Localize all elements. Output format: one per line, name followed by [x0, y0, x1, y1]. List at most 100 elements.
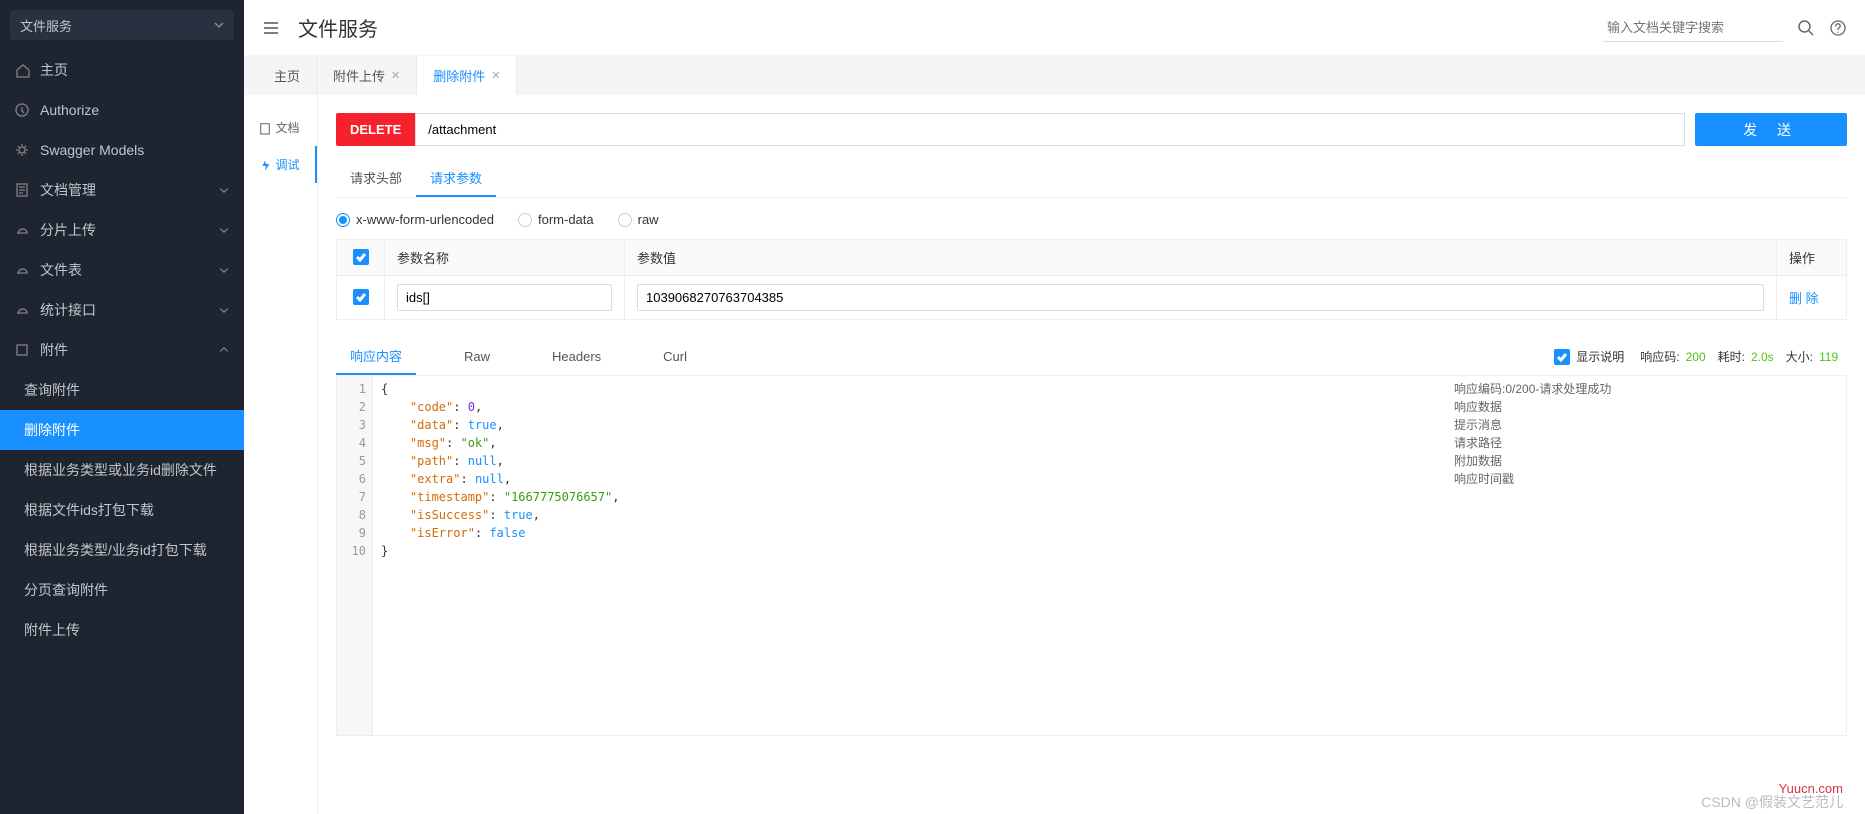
resp-size: 119	[1819, 350, 1847, 364]
sidebar-subitem-label: 根据业务类型/业务id打包下载	[24, 540, 207, 560]
chevron-icon	[218, 344, 230, 356]
tab-label: 附件上传	[333, 66, 385, 85]
body-type-radio[interactable]: raw	[618, 212, 659, 227]
response-tab[interactable]: 响应内容	[336, 338, 416, 375]
sidebar-item-label: 文件表	[40, 260, 82, 280]
radio-label: form-data	[538, 212, 594, 227]
select-all-checkbox[interactable]	[353, 249, 369, 265]
inner-sidebar: 文档调试	[244, 95, 318, 814]
response-explain: 响应编码:0/200-请求处理成功响应数据提示消息请求路径附加数据响应时间戳	[1446, 376, 1846, 735]
inner-tab-icon	[259, 158, 271, 172]
request-subtab[interactable]: 请求参数	[416, 160, 496, 197]
inner-tab[interactable]: 文档	[244, 109, 317, 146]
response-tabs: 响应内容RawHeadersCurl 显示说明 响应码: 200 耗时: 2.0…	[336, 338, 1847, 376]
sidebar-item-label: 附件	[40, 340, 68, 360]
search-icon[interactable]	[1797, 19, 1815, 37]
page-title: 文件服务	[298, 13, 378, 42]
response-tab[interactable]: Raw	[450, 341, 504, 372]
sidebar-item-label: 文档管理	[40, 180, 96, 200]
chevron-icon	[218, 224, 230, 236]
menu-icon	[14, 102, 30, 118]
sidebar-subitem[interactable]: 根据业务类型/业务id打包下载	[0, 530, 244, 570]
content: DELETE 发 送 请求头部请求参数 x-www-form-urlencode…	[318, 95, 1865, 814]
tab-label: 主页	[274, 66, 300, 85]
response-tab[interactable]: Curl	[649, 341, 701, 372]
send-button[interactable]: 发 送	[1695, 113, 1847, 146]
radio-label: x-www-form-urlencoded	[356, 212, 494, 227]
sidebar-subitem[interactable]: 根据文件ids打包下载	[0, 490, 244, 530]
sidebar-subitem[interactable]: 附件上传	[0, 610, 244, 650]
sidebar-subitem-label: 查询附件	[24, 380, 80, 400]
menu-toggle-icon[interactable]	[262, 19, 280, 37]
menu-icon	[14, 302, 30, 318]
resp-code-label: 响应码:	[1640, 348, 1679, 365]
show-explain-checkbox[interactable]	[1554, 349, 1570, 365]
tab[interactable]: 附件上传 ✕	[317, 56, 417, 95]
sidebar-item[interactable]: 文件表	[0, 250, 244, 290]
radio-icon	[518, 213, 532, 227]
sidebar-subitem-label: 根据文件ids打包下载	[24, 500, 154, 520]
tab[interactable]: 删除附件 ✕	[417, 56, 517, 95]
sidebar-subitem[interactable]: 分页查询附件	[0, 570, 244, 610]
service-selector[interactable]: 文件服务	[10, 10, 234, 40]
sidebar-item[interactable]: Authorize	[0, 90, 244, 130]
url-input[interactable]	[415, 113, 1685, 146]
sidebar-item-label: Swagger Models	[40, 142, 144, 158]
sidebar-subitem[interactable]: 根据业务类型或业务id删除文件	[0, 450, 244, 490]
sidebar-item[interactable]: 文档管理	[0, 170, 244, 210]
resp-size-label: 大小:	[1786, 348, 1813, 365]
response-body: 12345678910 { "code": 0, "data": true, "…	[336, 376, 1847, 736]
menu-icon	[14, 342, 30, 358]
request-subtab[interactable]: 请求头部	[336, 160, 416, 197]
delete-link[interactable]: 删 除	[1789, 291, 1819, 306]
close-icon[interactable]: ✕	[491, 69, 500, 82]
main: 文件服务 主页 附件上传 ✕ 删除附件 ✕ 文档调试 DELETE 发 送 请求头部请求…	[244, 0, 1865, 814]
param-value-input[interactable]	[637, 284, 1764, 311]
response-tab[interactable]: Headers	[538, 341, 615, 372]
sidebar-subitem[interactable]: 查询附件	[0, 370, 244, 410]
col-op: 操作	[1777, 240, 1847, 276]
chevron-icon	[218, 304, 230, 316]
sidebar-subitem-label: 分页查询附件	[24, 580, 108, 600]
resp-time: 2.0s	[1751, 350, 1774, 364]
sidebar-item-label: Authorize	[40, 102, 99, 118]
menu-icon	[14, 62, 30, 78]
inner-tab-icon	[259, 121, 271, 135]
sidebar-item[interactable]: 分片上传	[0, 210, 244, 250]
sidebar-item[interactable]: 统计接口	[0, 290, 244, 330]
col-value: 参数值	[625, 240, 1777, 276]
menu-icon	[14, 142, 30, 158]
sidebar-subitem[interactable]: 删除附件	[0, 410, 244, 450]
sidebar-subitem-label: 根据业务类型或业务id删除文件	[24, 460, 217, 480]
tab-label: 删除附件	[433, 66, 485, 85]
sidebar-item[interactable]: Swagger Models	[0, 130, 244, 170]
sidebar: 文件服务 主页 Authorize Swagger Models 文档管理分片上传文件…	[0, 0, 244, 814]
tab[interactable]: 主页	[258, 56, 317, 95]
search-input[interactable]	[1603, 14, 1783, 42]
body-type-radio[interactable]: form-data	[518, 212, 594, 227]
menu-icon	[14, 222, 30, 238]
radio-icon	[618, 213, 632, 227]
line-gutter: 12345678910	[337, 376, 373, 735]
topbar: 文件服务	[244, 0, 1865, 56]
resp-code: 200	[1686, 350, 1706, 364]
sidebar-item-label: 主页	[40, 60, 68, 80]
inner-tab-label: 文档	[275, 119, 299, 136]
sidebar-item[interactable]: 主页	[0, 50, 244, 90]
body-type-radio[interactable]: x-www-form-urlencoded	[336, 212, 494, 227]
sidebar-item[interactable]: 附件	[0, 330, 244, 370]
param-name-input[interactable]	[397, 284, 612, 311]
inner-tab[interactable]: 调试	[244, 146, 317, 183]
sidebar-subitem-label: 附件上传	[24, 620, 80, 640]
watermark-csdn: CSDN @假装文艺范儿	[1701, 792, 1843, 812]
chevron-down-icon	[214, 20, 224, 30]
request-subtabs: 请求头部请求参数	[336, 160, 1847, 198]
sidebar-subitem-label: 删除附件	[24, 420, 80, 440]
help-icon[interactable]	[1829, 19, 1847, 37]
inner-tab-label: 调试	[275, 156, 299, 173]
menu-icon	[14, 182, 30, 198]
close-icon[interactable]: ✕	[391, 69, 400, 82]
row-checkbox[interactable]	[353, 289, 369, 305]
radio-label: raw	[638, 212, 659, 227]
sidebar-item-label: 统计接口	[40, 300, 96, 320]
